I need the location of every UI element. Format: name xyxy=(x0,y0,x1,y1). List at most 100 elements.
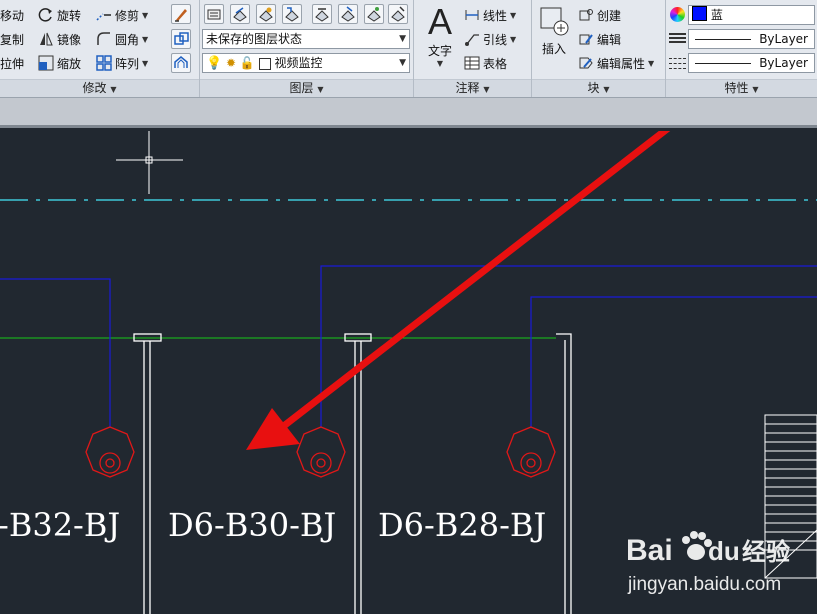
insert-button[interactable]: 插入 xyxy=(536,4,572,64)
rotate-label: 旋转 xyxy=(57,8,82,23)
trim-dropdown-icon[interactable]: ▼ xyxy=(142,11,148,20)
drawing-tab-strip xyxy=(0,98,817,128)
properties-title-text: 特性 xyxy=(724,81,749,95)
linetype-icon[interactable] xyxy=(669,31,686,45)
leader-label: 引线 xyxy=(483,32,508,47)
device-label-b30: D6-B30-BJ xyxy=(168,506,336,544)
explode-button[interactable] xyxy=(171,29,191,49)
annotation-expand-icon: ▼ xyxy=(483,85,490,94)
insert-label: 插入 xyxy=(541,42,566,56)
layer-walk-button[interactable] xyxy=(338,4,358,24)
array-tool[interactable]: 阵列 ▼ xyxy=(96,53,148,73)
text-a-icon: A xyxy=(427,1,452,42)
device-label-b28: D6-B28-BJ xyxy=(378,506,546,544)
fillet-icon xyxy=(96,31,112,47)
copy-tool[interactable]: 复制 xyxy=(0,29,24,49)
create-block-tool[interactable]: 创建 xyxy=(578,5,621,25)
mirror-label: 镜像 xyxy=(57,32,82,47)
color-combo[interactable]: 蓝 xyxy=(688,5,815,25)
lineweight-sample-line xyxy=(695,63,751,64)
trim-icon xyxy=(96,7,112,23)
stretch-tool[interactable]: 拉伸 xyxy=(0,53,24,73)
linear-dim-tool[interactable]: 线性 ▼ xyxy=(464,5,516,25)
move-tool[interactable]: 移动 xyxy=(0,5,24,25)
panel-block: 插入 创建 编辑 编辑属性 ▼ 块 ▼ xyxy=(532,0,666,97)
edit-attribute-dropdown-icon[interactable]: ▼ xyxy=(648,59,654,68)
layer-state-value: 未保存的图层状态 xyxy=(206,32,303,46)
lineweight-combo[interactable]: ByLayer xyxy=(688,53,815,73)
block-expand-icon: ▼ xyxy=(603,85,610,94)
color-swatch xyxy=(692,6,707,21)
trim-tool[interactable]: 修剪 ▼ xyxy=(96,5,148,25)
layer-freeze-button[interactable] xyxy=(364,4,384,24)
color-wheel-icon[interactable] xyxy=(670,7,685,22)
panel-modify: 移动 旋转 修剪 ▼ 复制 镜像 圆角 ▼ 拉伸 缩放 阵列 ▼ 修改 ▼ xyxy=(0,0,200,97)
text-button[interactable]: A 文字 ▼ xyxy=(422,2,458,78)
properties-panel-title[interactable]: 特性 ▼ xyxy=(666,79,817,97)
layers-expand-icon: ▼ xyxy=(317,85,324,94)
properties-expand-icon: ▼ xyxy=(752,85,759,94)
edit-label: 编辑 xyxy=(597,32,622,47)
mirror-icon xyxy=(38,31,54,47)
offset-button[interactable] xyxy=(171,53,191,73)
panel-layers: 未保存的图层状态 ▼ 💡 ✹ 🔓 视频监控 ▼ 图层 ▼ xyxy=(200,0,414,97)
layer-match-button[interactable] xyxy=(282,4,302,24)
array-label: 阵列 xyxy=(115,56,140,71)
table-label: 表格 xyxy=(483,56,508,71)
bulb-icon: 💡 xyxy=(206,56,223,71)
mirror-tool[interactable]: 镜像 xyxy=(38,29,81,49)
layer-off-button[interactable] xyxy=(388,4,408,24)
edit-block-tool[interactable]: 编辑 xyxy=(578,29,621,49)
fillet-tool[interactable]: 圆角 ▼ xyxy=(96,29,148,49)
layer-isolate-button[interactable] xyxy=(256,4,276,24)
watermark-du: du xyxy=(708,536,740,566)
watermark-jingyan: 经验 xyxy=(742,538,790,566)
device-label-b32: -B32-BJ xyxy=(0,506,120,544)
text-label: 文字 xyxy=(427,44,452,58)
edit-attribute-icon xyxy=(578,55,594,71)
layer-combo[interactable]: 💡 ✹ 🔓 视频监控 ▼ xyxy=(202,53,410,73)
array-icon xyxy=(96,55,112,71)
leader-tool[interactable]: 引线 ▼ xyxy=(464,29,516,49)
color-value: 蓝 xyxy=(710,8,723,22)
layer-previous-button[interactable] xyxy=(312,4,332,24)
linear-dropdown-icon[interactable]: ▼ xyxy=(510,11,516,20)
scale-tool[interactable]: 缩放 xyxy=(38,53,81,73)
leader-dropdown-icon[interactable]: ▼ xyxy=(510,35,516,44)
annotation-panel-title[interactable]: 注释 ▼ xyxy=(414,79,531,97)
array-dropdown-icon[interactable]: ▼ xyxy=(142,59,148,68)
panel-properties: 蓝 ByLayer ByLayer 特性 ▼ xyxy=(666,0,817,97)
annotation-title-text: 注释 xyxy=(455,81,480,95)
layers-panel-title[interactable]: 图层 ▼ xyxy=(200,79,413,97)
rotate-tool[interactable]: 旋转 xyxy=(38,5,81,25)
layer-state-combo[interactable]: 未保存的图层状态 ▼ xyxy=(202,29,410,49)
linear-label: 线性 xyxy=(483,8,508,23)
erase-button[interactable] xyxy=(171,4,191,24)
fillet-label: 圆角 xyxy=(115,32,140,47)
fillet-dropdown-icon[interactable]: ▼ xyxy=(142,35,148,44)
modify-title-text: 修改 xyxy=(82,81,107,95)
stretch-label: 拉伸 xyxy=(0,56,25,71)
modify-expand-icon: ▼ xyxy=(110,85,117,94)
create-block-icon xyxy=(578,7,594,23)
copy-label: 复制 xyxy=(0,32,25,47)
edit-attribute-tool[interactable]: 编辑属性 ▼ xyxy=(578,53,654,73)
modify-panel-title[interactable]: 修改 ▼ xyxy=(0,79,199,97)
sun-icon: ✹ xyxy=(226,56,237,70)
edit-attribute-label: 编辑属性 xyxy=(597,56,646,71)
linetype-value: ByLayer xyxy=(759,32,808,46)
linetype-combo[interactable]: ByLayer xyxy=(688,29,815,49)
panel-annotation: A 文字 ▼ 线性 ▼ 引线 ▼ 表格 注释 ▼ xyxy=(414,0,532,97)
trim-label: 修剪 xyxy=(115,8,140,23)
block-title-text: 块 xyxy=(587,81,600,95)
create-label: 创建 xyxy=(597,8,622,23)
lineweight-icon[interactable] xyxy=(669,55,686,69)
layer-state-dropdown-icon: ▼ xyxy=(399,34,406,44)
table-tool[interactable]: 表格 xyxy=(464,53,507,73)
scale-icon xyxy=(38,55,54,71)
layer-state-button[interactable] xyxy=(230,4,250,24)
layer-properties-button[interactable] xyxy=(204,4,224,24)
block-panel-title[interactable]: 块 ▼ xyxy=(532,79,665,97)
ribbon: 移动 旋转 修剪 ▼ 复制 镜像 圆角 ▼ 拉伸 缩放 阵列 ▼ 修改 ▼ 未保… xyxy=(0,0,817,98)
table-icon xyxy=(464,55,480,71)
